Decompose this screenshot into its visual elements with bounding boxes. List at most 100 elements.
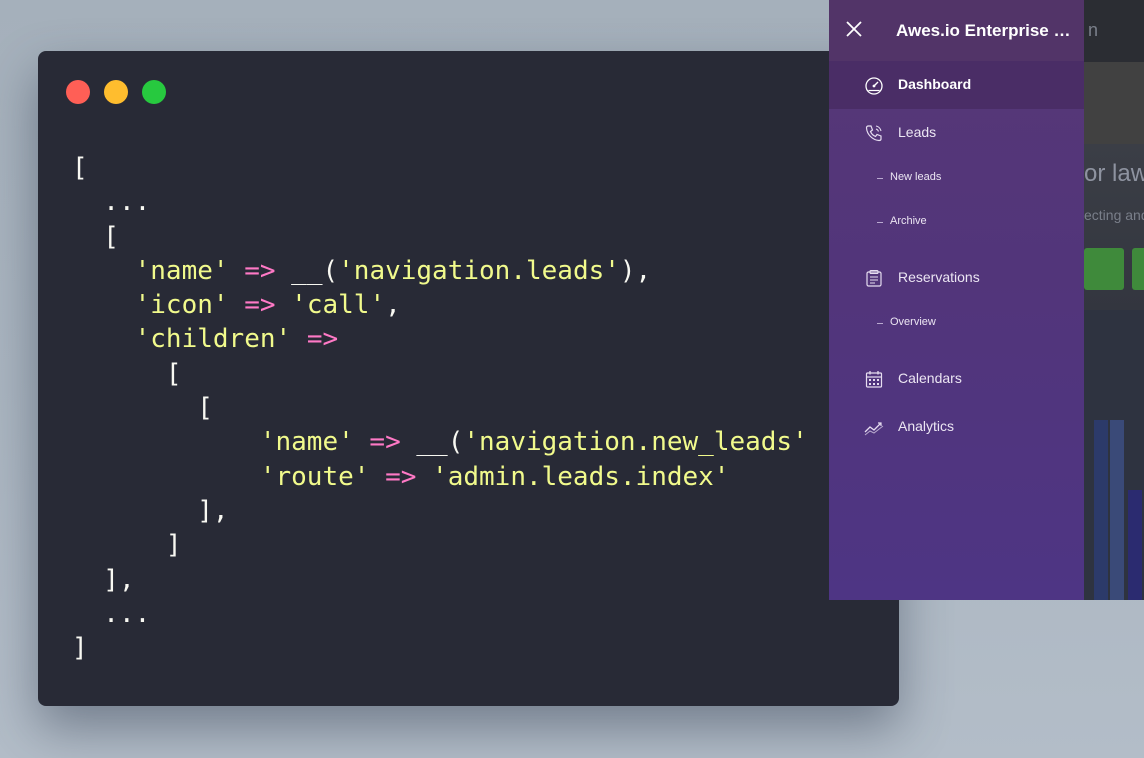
sidebar-subitem-overview[interactable]: Overview xyxy=(829,307,1084,339)
code-operator-token: => xyxy=(306,324,339,355)
code-operator-token: => xyxy=(385,461,417,492)
window-maximize-button[interactable] xyxy=(142,80,166,104)
background-app-green-button xyxy=(1132,248,1144,290)
code-text-token: ], xyxy=(72,564,135,595)
code-string-token: 'icon' xyxy=(134,290,229,321)
background-app-hero-title: or law xyxy=(1084,160,1144,187)
sub-item-dash xyxy=(877,178,883,179)
phone-icon xyxy=(865,125,882,142)
sidebar-item-dashboard[interactable]: Dashboard xyxy=(829,61,1084,109)
sidebar-subitem-archive[interactable]: Archive xyxy=(829,206,1084,238)
background-app-topbar-text: n xyxy=(1088,20,1099,40)
close-icon xyxy=(846,21,862,37)
code-text-token: ], xyxy=(72,495,229,526)
code-line: 'name' => __('navigation.new_leads' xyxy=(72,425,808,459)
code-line: ] xyxy=(72,631,808,665)
background-app-green-button xyxy=(1084,248,1124,290)
code-string-token: 'call' xyxy=(291,290,386,321)
code-text-token: [ xyxy=(72,393,213,424)
close-sidebar-button[interactable] xyxy=(841,16,867,42)
window-minimize-button[interactable] xyxy=(104,80,128,104)
code-string-token: 'navigation.new_leads' xyxy=(463,427,808,458)
code-string-token: 'route' xyxy=(259,461,370,492)
code-text-token: __( xyxy=(275,255,339,286)
code-operator-token: => xyxy=(244,255,276,286)
code-line: [ xyxy=(72,220,808,254)
code-text-token: ... xyxy=(72,598,151,629)
code-line: ] xyxy=(72,528,808,562)
code-text-token: ] xyxy=(72,633,88,664)
sidebar-item-label: Dashboard xyxy=(898,76,972,92)
code-text-token: ), xyxy=(619,255,652,286)
sidebar-drawer: Awes.io Enterprise E... Dashboard Leads … xyxy=(829,0,1084,600)
code-line: 'route' => 'admin.leads.index' xyxy=(72,460,808,494)
code-line: ], xyxy=(72,494,808,528)
background-app-hero-subtitle: ecting and xyxy=(1084,207,1144,223)
code-operator-token: => xyxy=(369,427,401,458)
background-app: n or law ecting and xyxy=(1084,0,1144,600)
code-string-token: 'children' xyxy=(134,324,292,355)
code-string-token: 'navigation.leads' xyxy=(338,255,620,286)
code-text-token: ... xyxy=(72,187,151,218)
sidebar-item-label: Reservations xyxy=(898,269,980,285)
code-line: 'name' => __('navigation.leads'), xyxy=(72,254,808,288)
code-text-token: __( xyxy=(400,427,464,458)
sidebar-item-label: Leads xyxy=(898,124,937,140)
code-string-token: 'admin.leads.index' xyxy=(432,461,730,492)
sidebar-item-analytics[interactable]: Analytics xyxy=(829,403,1084,451)
sidebar-subitem-new-leads[interactable]: New leads xyxy=(829,162,1084,194)
code-line: [ xyxy=(72,151,808,185)
sidebar-item-calendars[interactable]: Calendars xyxy=(829,355,1084,403)
code-line: ], xyxy=(72,563,808,597)
code-operator-token: => xyxy=(244,290,276,321)
sidebar-subitem-label: Overview xyxy=(890,316,936,328)
sidebar-header: Awes.io Enterprise E... xyxy=(829,0,1084,62)
code-line: ... xyxy=(72,185,808,219)
code-text-token: , xyxy=(385,290,401,321)
sidebar-item-leads[interactable]: Leads xyxy=(829,109,1084,157)
code-text-token: [ xyxy=(72,153,88,183)
sub-item-dash xyxy=(877,222,883,223)
sidebar-subitem-label: New leads xyxy=(890,171,942,183)
code-line: 'children' => xyxy=(72,322,808,356)
code-window: [ ... [ 'name' => __('navigation.leads')… xyxy=(38,51,899,706)
speedometer-icon xyxy=(865,77,883,95)
sub-item-dash xyxy=(877,323,883,324)
code-line: ... xyxy=(72,597,808,631)
code-text-token: [ xyxy=(72,221,119,252)
code-line: [ xyxy=(72,391,808,425)
background-app-band xyxy=(1084,62,1144,144)
code-line: [ xyxy=(72,357,808,391)
sidebar-title: Awes.io Enterprise E... xyxy=(896,21,1072,40)
code-block: [ ... [ 'name' => __('navigation.leads')… xyxy=(72,151,808,665)
window-close-button[interactable] xyxy=(66,80,90,104)
sidebar-item-label: Calendars xyxy=(898,370,962,386)
background-app-chart-bar xyxy=(1094,420,1108,600)
code-string-token: 'name' xyxy=(134,255,229,286)
sidebar-item-label: Analytics xyxy=(898,418,955,434)
background-app-chart xyxy=(1084,310,1144,600)
code-text-token: [ xyxy=(72,358,182,389)
code-text-token: ] xyxy=(72,530,182,561)
trend-line-icon xyxy=(864,422,884,436)
code-string-token: 'name' xyxy=(259,427,354,458)
background-app-chart-bar xyxy=(1128,490,1142,600)
sidebar-subitem-label: Archive xyxy=(890,215,927,227)
sidebar-item-reservations[interactable]: Reservations xyxy=(829,254,1084,302)
calendar-icon xyxy=(865,371,883,388)
code-line: 'icon' => 'call', xyxy=(72,288,808,322)
background-app-chart-bar xyxy=(1110,420,1124,600)
clipboard-icon xyxy=(866,269,882,287)
